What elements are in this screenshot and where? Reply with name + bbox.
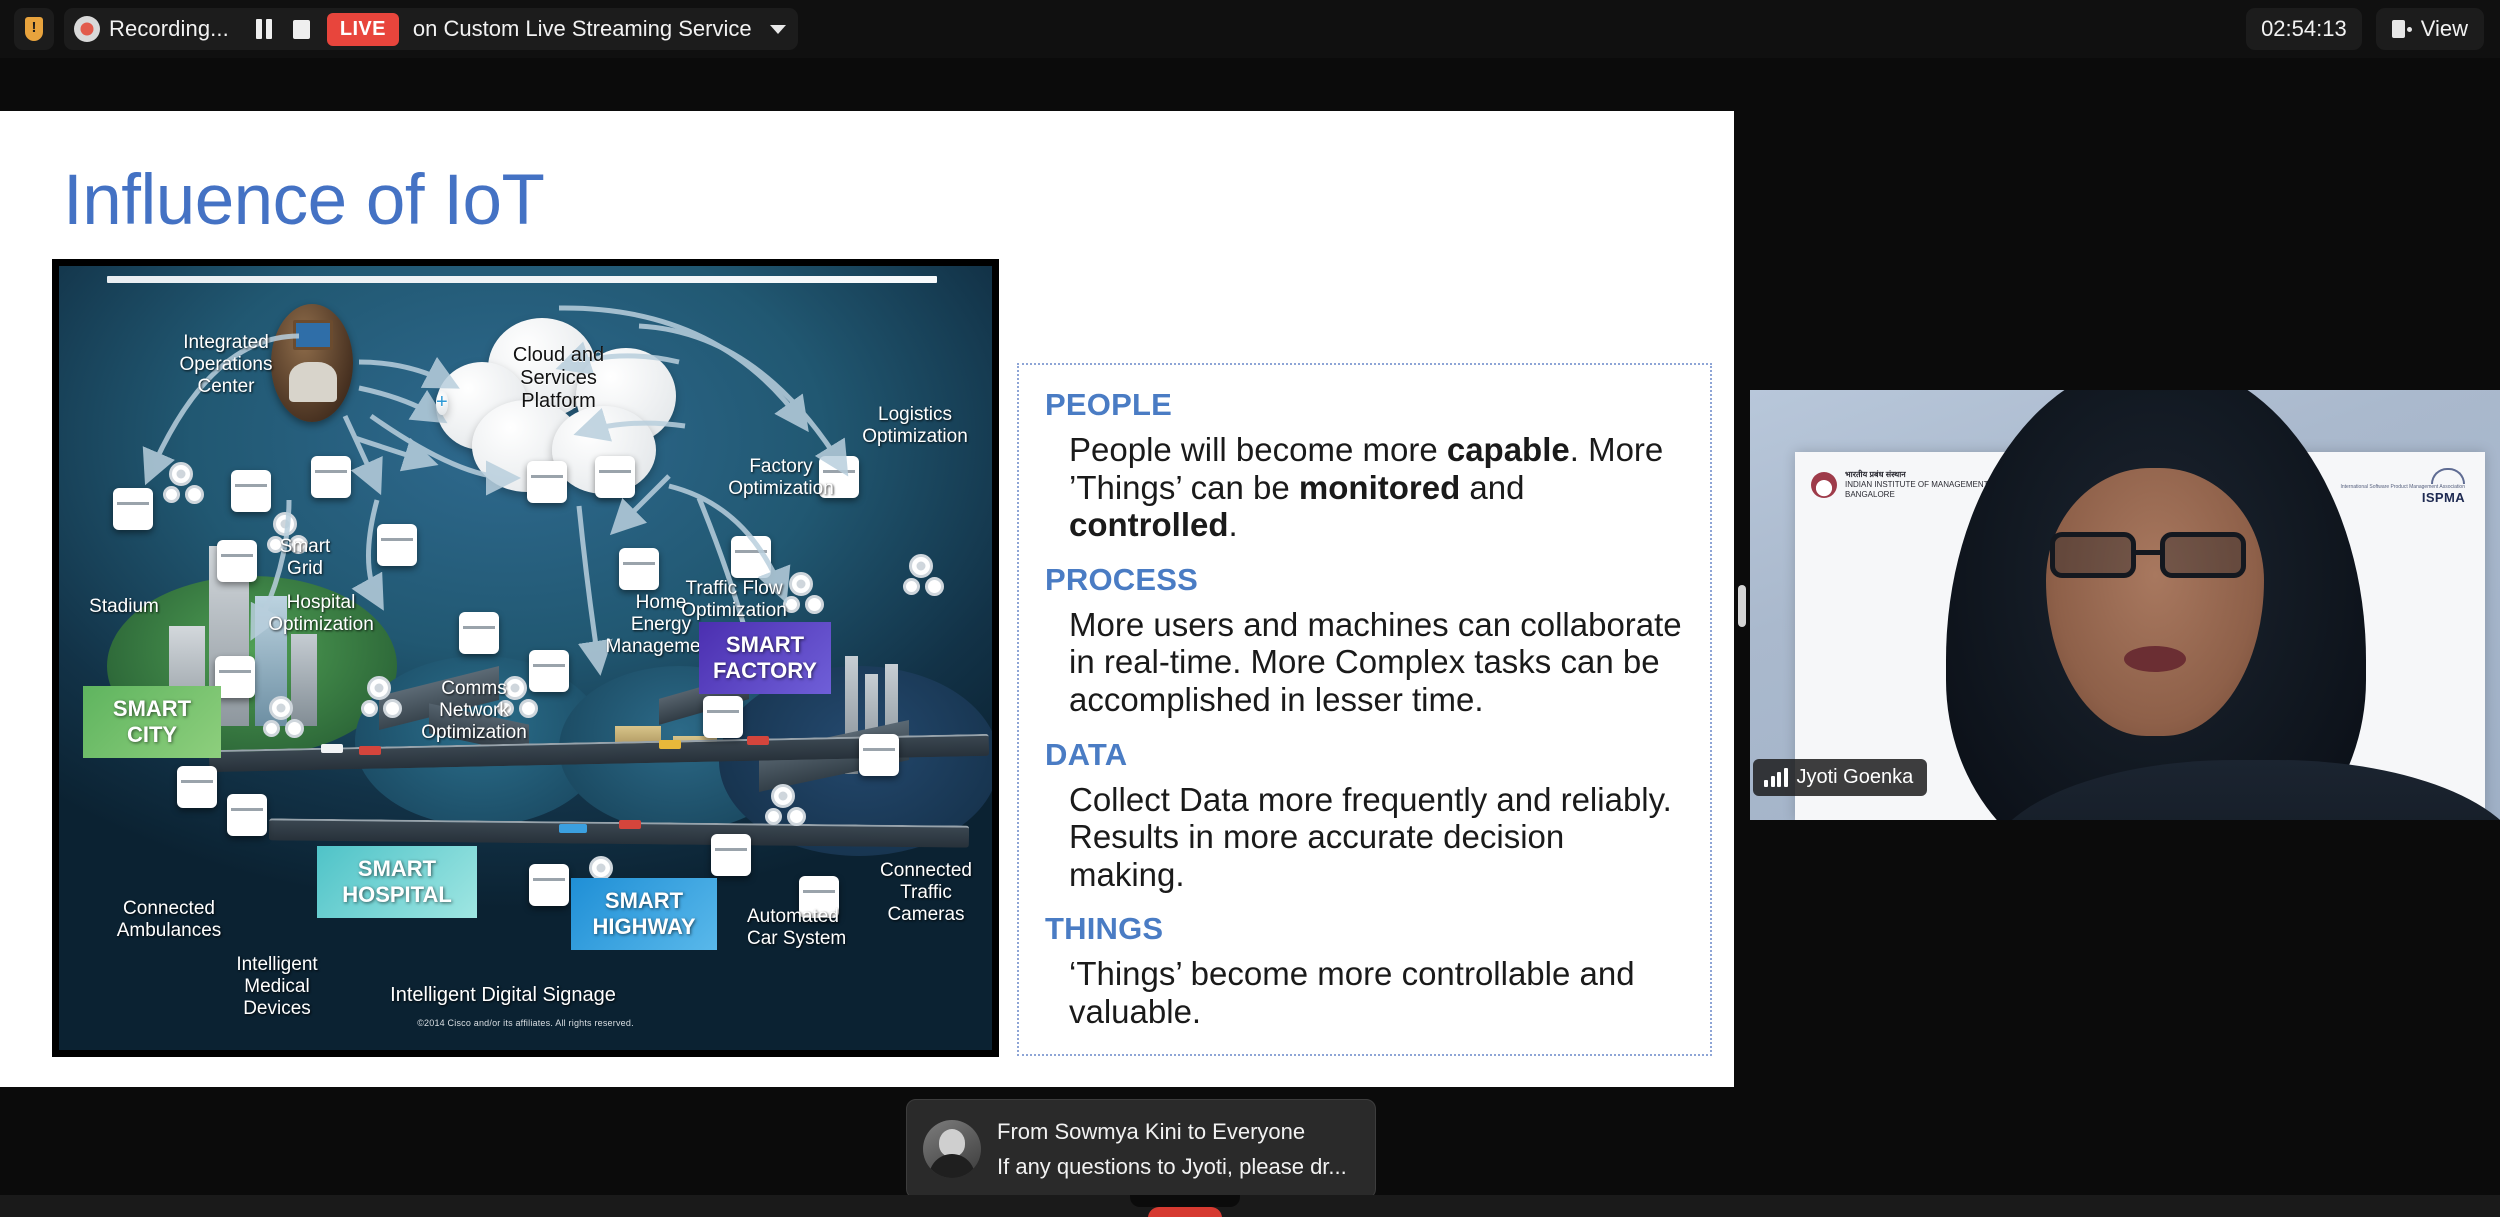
toolbar-notch xyxy=(1130,1195,1240,1207)
recording-indicator-icon xyxy=(74,16,100,42)
participant-figure xyxy=(1946,390,2500,820)
ispma-arc-icon xyxy=(2431,468,2465,484)
chevron-down-icon[interactable] xyxy=(769,24,786,34)
cloud-label-line1: Cloud and xyxy=(512,344,605,366)
layout-view-icon xyxy=(2391,19,2412,39)
section-body-process: More users and machines can collaborate … xyxy=(1069,605,1682,719)
people-text-mid2: and xyxy=(1460,468,1525,506)
section-heading-process: PROCESS xyxy=(1045,561,1198,597)
chat-sender-label: From Sowmya Kini to Everyone xyxy=(997,1118,1306,1144)
section-heading-people: PEOPLE xyxy=(1045,387,1172,422)
stop-icon[interactable] xyxy=(283,8,321,50)
cloud-plus-icon: + xyxy=(436,391,448,415)
diagram-label-connected-ambulances: Connected Ambulances xyxy=(116,898,222,942)
diagram-label-factory-opt: Factory Optimization xyxy=(728,456,834,500)
iot-ecosystem-diagram: Cloud and Services + Platform Integrated… xyxy=(52,259,999,1057)
participant-name-label: Jyoti Goenka xyxy=(1796,766,1914,788)
diagram-label-smart-grid: Smart Grid xyxy=(279,536,331,580)
shared-screen-slide[interactable]: Influence of IoT Cloud and Services + Pl… xyxy=(0,111,1734,1087)
pause-icon[interactable] xyxy=(245,8,283,50)
diagram-label-comms-network: Comms Network Optimization xyxy=(421,678,527,744)
eyeglasses-left-icon xyxy=(2050,532,2136,578)
section-heading-data: DATA xyxy=(1045,736,1128,772)
diagram-label-traffic-cameras: Connected Traffic Cameras xyxy=(880,860,972,926)
eyeglasses-right-icon xyxy=(2160,532,2246,578)
live-badge: LIVE xyxy=(326,12,399,46)
participant-name-badge: Jyoti Goenka xyxy=(1753,759,1928,796)
meeting-window: Recording... LIVE on Custom Live Streami… xyxy=(0,0,2500,1217)
recording-controls-group: Recording... LIVE on Custom Live Streami… xyxy=(64,8,798,50)
section-body-people: People will become more capable. More ’T… xyxy=(1069,431,1684,544)
end-meeting-button[interactable] xyxy=(1148,1207,1222,1217)
chip-smart-city: SMART CITY xyxy=(83,686,221,758)
section-body-data: Collect Data more frequently and reliabl… xyxy=(1069,780,1672,893)
diagram-label-hospital-opt: Hospital Optimization xyxy=(268,592,374,636)
people-text-pre: People will become more xyxy=(1069,431,1447,468)
chip-smart-highway: SMART HIGHWAY xyxy=(571,878,717,950)
section-process: PROCESS More users and machines can coll… xyxy=(1045,562,1684,719)
topbar-right-group: 02:54:13 View xyxy=(2246,0,2500,58)
iim-logo-mark xyxy=(1811,472,1837,498)
cloud-label-line3: Platform xyxy=(521,390,596,413)
people-text-post: . xyxy=(1228,506,1238,544)
eyeglasses-bridge xyxy=(2136,550,2160,555)
view-button-label: View xyxy=(2420,16,2468,41)
cloud-label-line2: Services xyxy=(520,367,597,390)
page-title: Influence of IoT xyxy=(63,161,545,240)
chip-smart-hospital: SMART HOSPITAL xyxy=(317,846,477,918)
meeting-timer: 02:54:13 xyxy=(2246,8,2362,50)
alert-shield-icon[interactable] xyxy=(14,8,54,50)
section-data: DATA Collect Data more frequently and re… xyxy=(1045,737,1684,894)
diagram-label-digital-signage: Intelligent Digital Signage xyxy=(390,984,616,1006)
chip-smart-factory: SMART FACTORY xyxy=(699,622,831,694)
chat-notification-toast[interactable]: From Sowmya Kini to Everyone If any ques… xyxy=(906,1099,1376,1199)
diagram-label-logistics-opt: Logistics Optimization xyxy=(862,404,968,448)
stream-target-label: on Custom Live Streaming Service xyxy=(412,16,752,41)
recording-status-label: Recording... xyxy=(109,16,229,41)
meeting-toolbar[interactable] xyxy=(0,1195,2500,1217)
diagram-label-ops-center: Integrated Operations Center xyxy=(179,332,273,398)
diagram-label-stadium: Stadium xyxy=(89,596,159,617)
people-bold-capable: capable xyxy=(1446,431,1570,468)
section-heading-things: THINGS xyxy=(1045,911,1164,947)
diagram-label-traffic-flow: Traffic Flow Optimization xyxy=(681,578,787,622)
people-bold-monitored: monitored xyxy=(1298,468,1461,506)
recording-toolbar: Recording... LIVE on Custom Live Streami… xyxy=(0,0,2500,58)
diagram-copyright: ©2014 Cisco and/or its affiliates. All r… xyxy=(417,1018,634,1028)
section-people: PEOPLE People will become more capable. … xyxy=(1045,387,1684,544)
participant-mouth xyxy=(2124,646,2186,672)
view-button[interactable]: View xyxy=(2375,8,2484,50)
section-things: THINGS ‘Things’ become more controllable… xyxy=(1045,911,1684,1030)
participant-video-tile[interactable]: भारतीय प्रबंध संस्थान INDIAN INSTITUTE O… xyxy=(1750,390,2500,820)
chat-message-preview: If any questions to Jyoti, please dr... xyxy=(997,1153,1347,1179)
slide-text-placeholder[interactable]: PEOPLE People will become more capable. … xyxy=(1017,363,1712,1056)
participant-avatar xyxy=(923,1120,981,1178)
section-body-things: ‘Things’ become more controllable and va… xyxy=(1069,955,1635,1031)
panel-resize-handle[interactable] xyxy=(1734,111,1750,1087)
people-bold-controlled: controlled xyxy=(1069,506,1229,544)
audio-level-icon xyxy=(1764,767,1788,787)
